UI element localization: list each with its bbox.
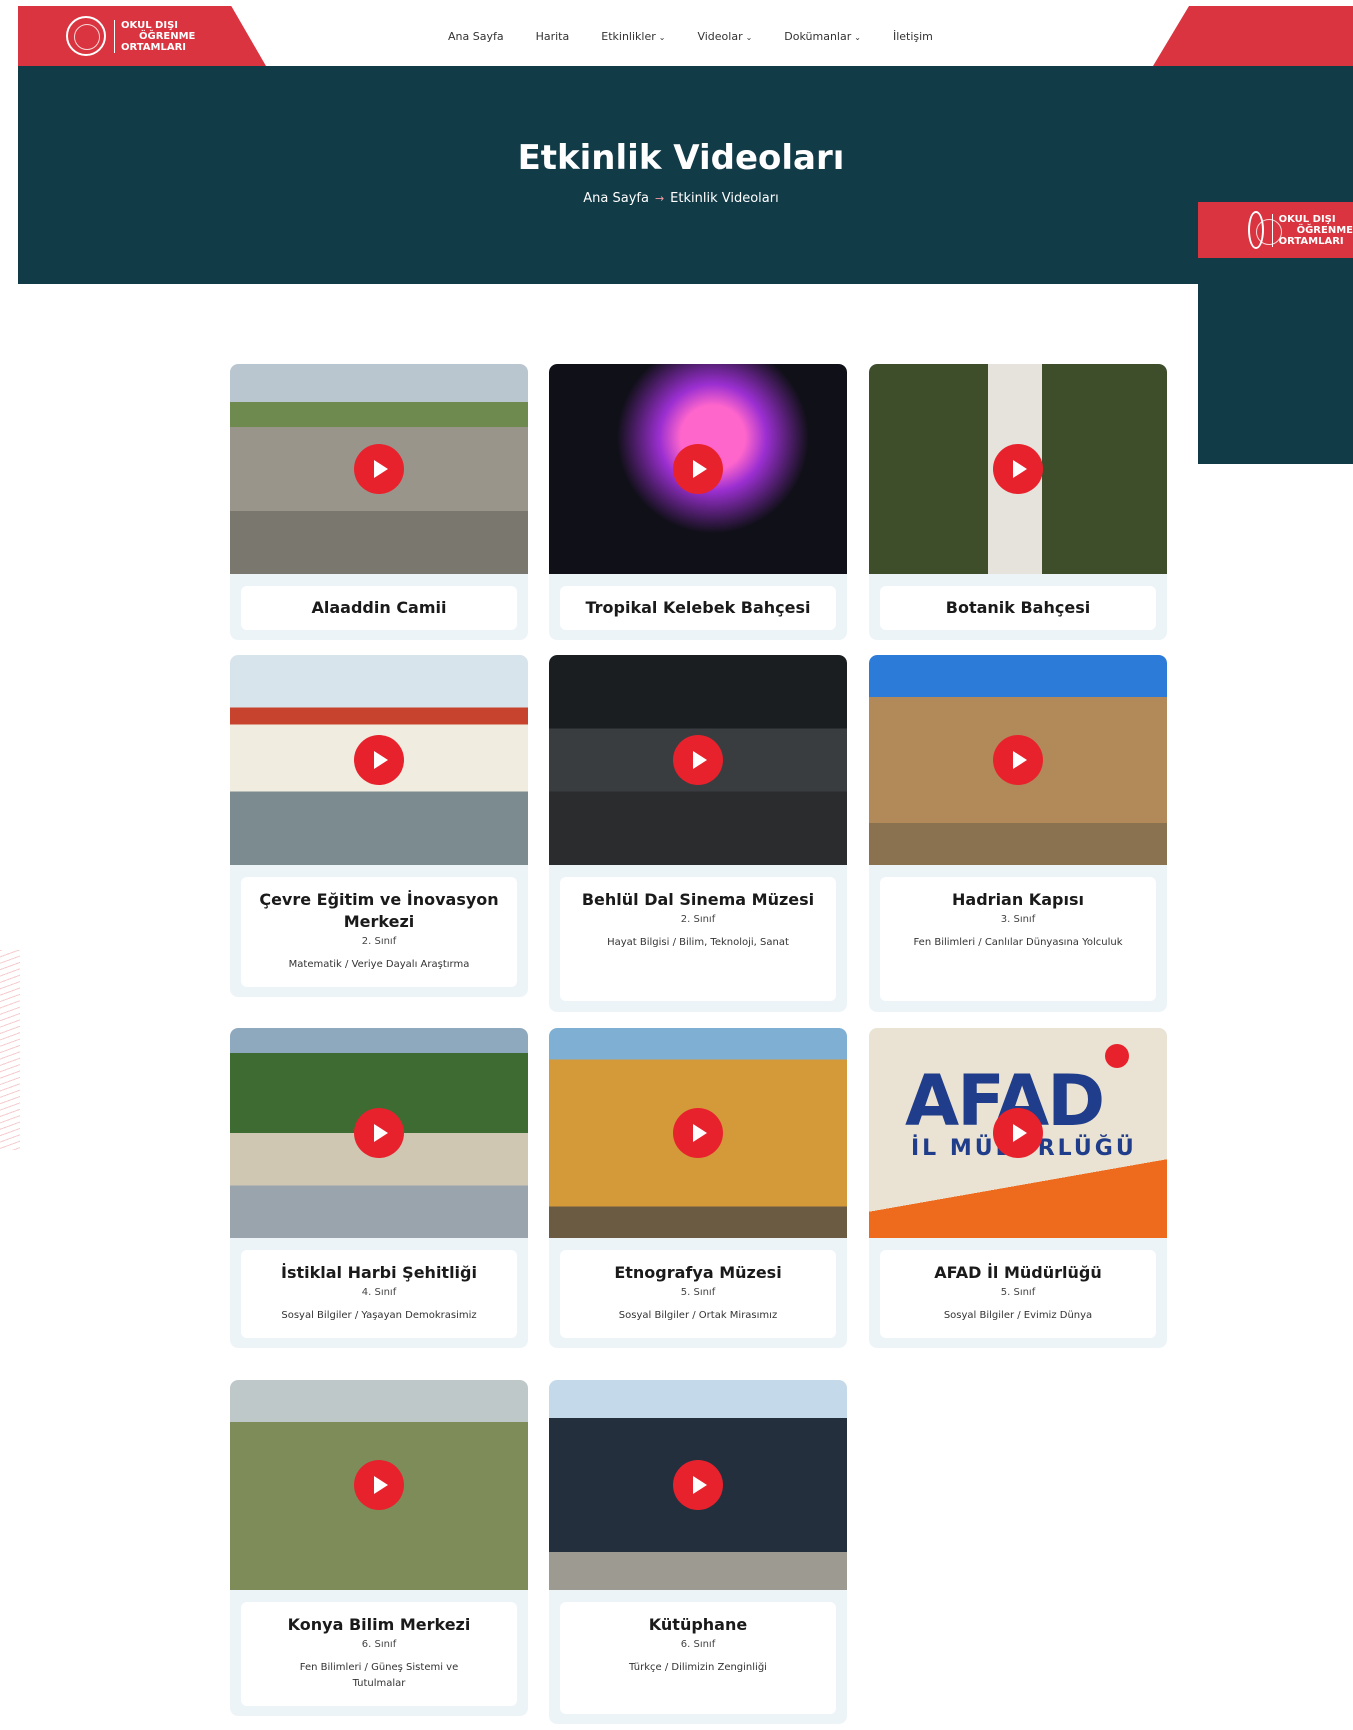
play-icon[interactable]	[673, 444, 723, 494]
site-header: OKUL DIŞI ÖĞRENME ORTAMLARI Ana Sayfa Ha…	[18, 6, 1353, 66]
main-nav: Ana Sayfa Harita Etkinlikler ⌄ Videolar ⌄ …	[448, 6, 965, 66]
video-card[interactable]: Tropikal Kelebek Bahçesi	[549, 364, 847, 640]
video-thumbnail[interactable]: AFAD İL MÜDÜRLÜĞÜ	[869, 1028, 1167, 1238]
video-thumbnail[interactable]	[230, 1380, 528, 1590]
card-title: AFAD İl Müdürlüğü	[934, 1263, 1102, 1282]
card-title: Botanik Bahçesi	[945, 598, 1091, 617]
card-info: Alaaddin Camii	[241, 586, 517, 630]
card-subject: Hayat Bilgisi / Bilim, Teknoloji, Sanat	[607, 937, 789, 948]
arrow-right-icon: →	[654, 192, 665, 205]
video-thumbnail[interactable]	[549, 1380, 847, 1590]
play-icon[interactable]	[993, 1108, 1043, 1158]
video-thumbnail[interactable]	[869, 655, 1167, 865]
video-card[interactable]: Botanik Bahçesi	[869, 364, 1167, 640]
page-title: Etkinlik Videoları	[517, 138, 845, 178]
video-card[interactable]: Çevre Eğitim ve İnovasyon Merkezi 2. Sın…	[230, 655, 528, 997]
breadcrumb-home[interactable]: Ana Sayfa	[583, 191, 649, 206]
video-card[interactable]: Alaaddin Camii	[230, 364, 528, 640]
site-logo[interactable]: OKUL DIŞI ÖĞRENME ORTAMLARI	[18, 6, 266, 66]
card-info: Tropikal Kelebek Bahçesi	[560, 586, 836, 630]
video-card[interactable]: AFAD İL MÜDÜRLÜĞÜ AFAD İl Müdürlüğü 5. S…	[869, 1028, 1167, 1348]
play-icon[interactable]	[354, 444, 404, 494]
flag-icon	[1105, 1044, 1129, 1068]
play-icon[interactable]	[673, 1108, 723, 1158]
card-subject: Sosyal Bilgiler / Evimiz Dünya	[943, 1310, 1093, 1321]
card-subject: Fen Bilimleri / Canlılar Dünyasına Yolcu…	[913, 937, 1123, 948]
card-info: Hadrian Kapısı 3. Sınıf Fen Bilimleri / …	[880, 877, 1156, 1001]
video-card[interactable]: Hadrian Kapısı 3. Sınıf Fen Bilimleri / …	[869, 655, 1167, 1012]
card-title: Hadrian Kapısı	[952, 890, 1084, 909]
card-title: Kütüphane	[648, 1615, 748, 1634]
video-thumbnail[interactable]	[869, 364, 1167, 574]
nav-item-iletisim[interactable]: İletişim	[893, 30, 933, 43]
card-grade: 6. Sınıf	[680, 1639, 716, 1650]
chevron-down-icon: ⌄	[658, 32, 666, 42]
card-info: Konya Bilim Merkezi 6. Sınıf Fen Bilimle…	[241, 1602, 517, 1706]
card-title: Tropikal Kelebek Bahçesi	[585, 598, 811, 617]
card-subject: Sosyal Bilgiler / Yaşayan Demokrasimiz	[281, 1310, 477, 1321]
card-subject: Matematik / Veriye Dayalı Araştırma	[288, 959, 470, 970]
video-card[interactable]: Kütüphane 6. Sınıf Türkçe / Dilimizin Ze…	[549, 1380, 847, 1724]
card-grade: 5. Sınıf	[1000, 1287, 1036, 1298]
card-subject: Fen Bilimleri / Güneş Sistemi ve Tutulma…	[299, 1662, 459, 1689]
card-grade: 6. Sınıf	[361, 1639, 397, 1650]
nav-item-harita[interactable]: Harita	[536, 30, 570, 43]
video-thumbnail[interactable]	[230, 1028, 528, 1238]
card-title: Behlül Dal Sinema Müzesi	[581, 890, 815, 909]
play-icon[interactable]	[354, 735, 404, 785]
side-logo-text: OKUL DIŞI ÖĞRENME ORTAMLARI	[1271, 213, 1353, 247]
card-grade: 4. Sınıf	[361, 1287, 397, 1298]
header-right-accent	[1153, 6, 1353, 66]
card-info: AFAD İl Müdürlüğü 5. Sınıf Sosyal Bilgil…	[880, 1250, 1156, 1338]
video-card[interactable]: Konya Bilim Merkezi 6. Sınıf Fen Bilimle…	[230, 1380, 528, 1716]
card-title: Etnografya Müzesi	[614, 1263, 782, 1282]
play-icon[interactable]	[673, 735, 723, 785]
video-thumbnail[interactable]	[549, 655, 847, 865]
card-info: Kütüphane 6. Sınıf Türkçe / Dilimizin Ze…	[560, 1602, 836, 1714]
video-card[interactable]: Etnografya Müzesi 5. Sınıf Sosyal Bilgil…	[549, 1028, 847, 1348]
card-subject: Sosyal Bilgiler / Ortak Mirasımız	[618, 1310, 778, 1321]
video-card[interactable]: Behlül Dal Sinema Müzesi 2. Sınıf Hayat …	[549, 655, 847, 1012]
card-info: İstiklal Harbi Şehitliği 4. Sınıf Sosyal…	[241, 1250, 517, 1338]
video-thumbnail[interactable]	[230, 364, 528, 574]
video-thumbnail[interactable]	[230, 655, 528, 865]
decorative-lines	[0, 950, 20, 1150]
nav-item-dokumanlar[interactable]: Dokümanlar ⌄	[784, 30, 861, 43]
card-info: Etnografya Müzesi 5. Sınıf Sosyal Bilgil…	[560, 1250, 836, 1338]
play-icon[interactable]	[993, 735, 1043, 785]
video-thumbnail[interactable]	[549, 364, 847, 574]
video-thumbnail[interactable]	[549, 1028, 847, 1238]
nav-item-ana-sayfa[interactable]: Ana Sayfa	[448, 30, 504, 43]
card-title: Konya Bilim Merkezi	[287, 1615, 471, 1634]
card-title: İstiklal Harbi Şehitliği	[281, 1263, 477, 1282]
card-info: Çevre Eğitim ve İnovasyon Merkezi 2. Sın…	[241, 877, 517, 987]
nav-item-etkinlikler[interactable]: Etkinlikler ⌄	[601, 30, 665, 43]
meb-emblem-icon	[66, 16, 106, 56]
chevron-down-icon: ⌄	[854, 32, 861, 42]
card-grade: 2. Sınıf	[680, 914, 716, 925]
card-grade: 5. Sınıf	[680, 1287, 716, 1298]
play-icon[interactable]	[673, 1460, 723, 1510]
chevron-down-icon: ⌄	[745, 32, 753, 42]
card-info: Behlül Dal Sinema Müzesi 2. Sınıf Hayat …	[560, 877, 836, 1001]
play-icon[interactable]	[354, 1108, 404, 1158]
logo-text: OKUL DIŞI ÖĞRENME ORTAMLARI	[114, 19, 195, 53]
play-icon[interactable]	[354, 1460, 404, 1510]
card-grade: 3. Sınıf	[1000, 914, 1036, 925]
side-panel-bottom	[1198, 258, 1353, 464]
card-title: Alaaddin Camii	[311, 598, 447, 617]
card-title: Çevre Eğitim ve İnovasyon Merkezi	[259, 890, 499, 931]
play-icon[interactable]	[993, 444, 1043, 494]
side-logo: OKUL DIŞI ÖĞRENME ORTAMLARI	[1198, 202, 1353, 258]
card-grade: 2. Sınıf	[361, 936, 397, 947]
card-info: Botanik Bahçesi	[880, 586, 1156, 630]
card-subject: Türkçe / Dilimizin Zenginliği	[629, 1662, 767, 1673]
side-panel-top	[1198, 66, 1353, 202]
breadcrumb-current: Etkinlik Videoları	[670, 191, 779, 206]
nav-item-videolar[interactable]: Videolar ⌄	[697, 30, 752, 43]
meb-emblem-icon	[1248, 211, 1282, 249]
video-card[interactable]: İstiklal Harbi Şehitliği 4. Sınıf Sosyal…	[230, 1028, 528, 1348]
breadcrumb: Ana Sayfa → Etkinlik Videoları	[0, 191, 1353, 206]
